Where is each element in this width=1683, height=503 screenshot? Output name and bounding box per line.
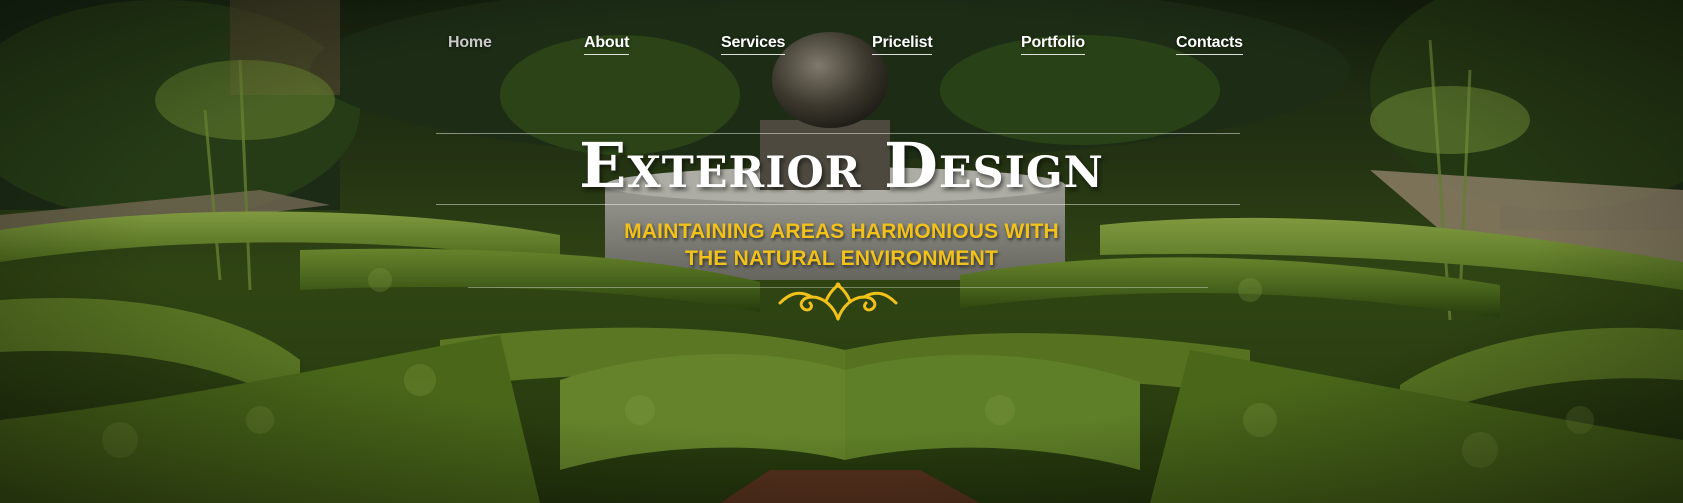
hero-subtitle-line-1: MAINTAINING AREAS HARMONIOUS WITH bbox=[624, 220, 1059, 243]
title-bottom-divider bbox=[436, 204, 1240, 205]
nav-link-portfolio[interactable]: Portfolio bbox=[1021, 34, 1085, 55]
flourish-ornament-icon bbox=[778, 282, 898, 321]
hero-section: Home About Services Pricelist Portfolio … bbox=[0, 0, 1683, 503]
nav-link-about[interactable]: About bbox=[584, 34, 629, 55]
hero-subtitle: MAINTAINING AREAS HARMONIOUS WITH THE NA… bbox=[0, 218, 1683, 272]
nav-link-services[interactable]: Services bbox=[721, 34, 785, 55]
main-navigation: Home About Services Pricelist Portfolio … bbox=[0, 30, 1683, 60]
hero-title: Exterior Design bbox=[579, 129, 1104, 202]
nav-link-home[interactable]: Home bbox=[448, 34, 492, 54]
nav-link-contacts[interactable]: Contacts bbox=[1176, 34, 1243, 55]
nav-link-pricelist[interactable]: Pricelist bbox=[872, 34, 933, 55]
hero-subtitle-line-2: THE NATURAL ENVIRONMENT bbox=[685, 247, 998, 270]
